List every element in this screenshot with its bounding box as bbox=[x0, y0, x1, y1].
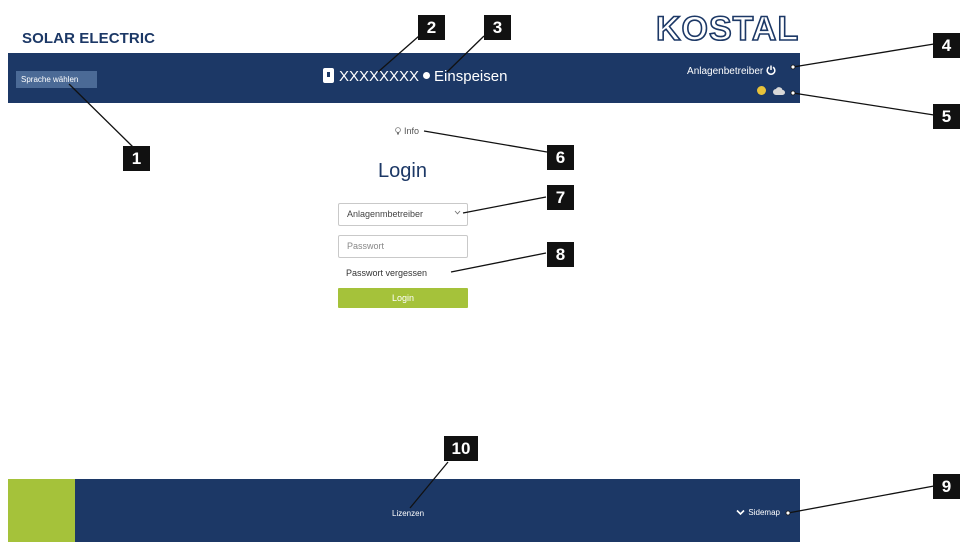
status-dot-icon bbox=[423, 72, 431, 79]
lightbulb-icon bbox=[395, 127, 401, 135]
leader-line-6 bbox=[423, 130, 548, 153]
power-icon bbox=[766, 65, 776, 75]
chevron-down-icon bbox=[454, 210, 461, 215]
info-label: Info bbox=[404, 126, 420, 136]
leader-line-5 bbox=[792, 92, 935, 116]
password-input[interactable]: Passwort bbox=[338, 235, 468, 258]
callout-7: 7 bbox=[547, 185, 574, 210]
language-select-button[interactable]: Sprache wählen bbox=[16, 71, 97, 88]
leader-line-9 bbox=[787, 485, 935, 514]
callout-6: 6 bbox=[547, 145, 574, 170]
callout-1: 1 bbox=[123, 146, 150, 171]
login-button[interactable]: Login bbox=[338, 288, 468, 308]
connection-status-icons bbox=[756, 86, 785, 96]
sitemap-toggle[interactable]: Sidemap bbox=[736, 508, 780, 517]
footer-accent-block bbox=[8, 479, 75, 542]
info-link[interactable]: Info bbox=[395, 126, 419, 136]
user-role-select[interactable]: Anlagenmbetreiber bbox=[338, 203, 468, 226]
cloud-icon bbox=[773, 86, 785, 95]
callout-3: 3 bbox=[484, 15, 511, 40]
callout-9: 9 bbox=[933, 474, 960, 499]
operator-label: Anlagenbetreiber bbox=[687, 66, 764, 77]
sitemap-label: Sidemap bbox=[748, 508, 780, 517]
leader-line-7 bbox=[462, 196, 547, 214]
leader-line-4 bbox=[792, 43, 935, 68]
device-status: Einspeisen bbox=[434, 68, 508, 85]
kostal-logo: KOSTAL bbox=[655, 9, 800, 49]
forgot-password-link[interactable]: Passwort vergessen bbox=[346, 268, 427, 278]
globe-icon bbox=[756, 86, 766, 96]
callout-2: 2 bbox=[418, 15, 445, 40]
callout-10: 10 bbox=[444, 436, 478, 461]
callout-4: 4 bbox=[933, 33, 960, 58]
inverter-icon bbox=[323, 68, 334, 83]
user-role-value: Anlagenmbetreiber bbox=[347, 209, 424, 219]
licenses-link[interactable]: Lizenzen bbox=[392, 509, 424, 518]
device-name: XXXXXXXX bbox=[339, 68, 420, 85]
callout-5: 5 bbox=[933, 104, 960, 129]
device-status-display: XXXXXXXX Einspeisen bbox=[323, 67, 507, 87]
top-navigation-bar: Sprache wählen XXXXXXXX Einspeisen Anlage… bbox=[8, 53, 800, 103]
chevron-down-icon bbox=[736, 509, 745, 516]
brand-title: SOLAR ELECTRIC bbox=[22, 30, 156, 47]
login-heading: Login bbox=[378, 160, 427, 182]
callout-8: 8 bbox=[547, 242, 574, 267]
footer-bar: Lizenzen Sidemap bbox=[8, 479, 800, 542]
operator-logout-button[interactable]: Anlagenbetreiber bbox=[687, 65, 776, 79]
